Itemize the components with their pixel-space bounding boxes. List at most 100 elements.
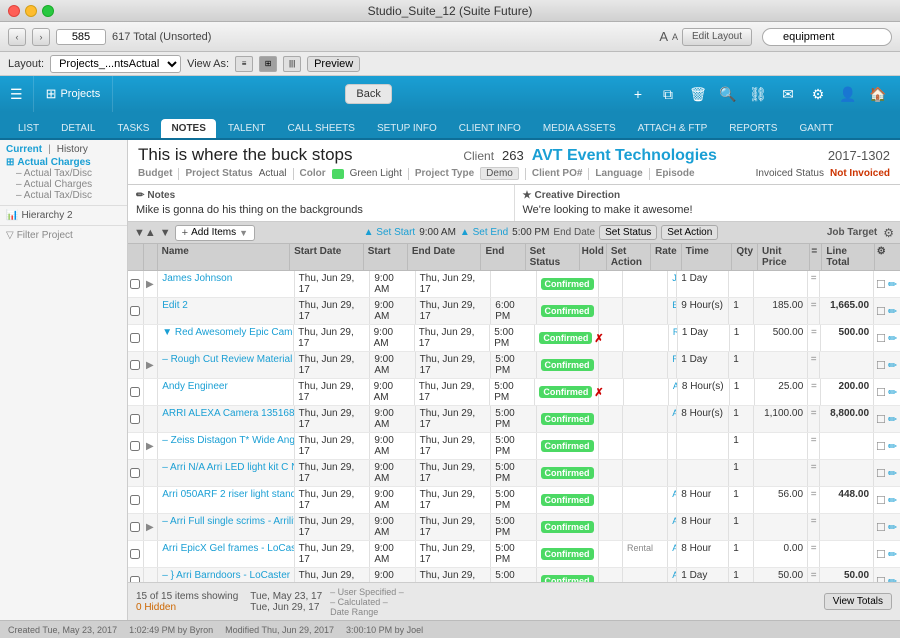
row-check-icon[interactable]: ☐ [876, 467, 886, 480]
table-row[interactable]: ▶ – Rough Cut Review Material Thu, Jun 2… [128, 352, 900, 379]
tab-list[interactable]: LIST [8, 119, 49, 138]
tab-tasks[interactable]: TASKS [107, 119, 159, 138]
nav-settings-btn[interactable]: ⚙ [804, 80, 832, 108]
row-checkbox[interactable] [130, 387, 140, 397]
row-hold[interactable] [599, 352, 623, 378]
row-edit-icon[interactable]: ✏ [888, 386, 897, 399]
th-start[interactable]: Start [364, 244, 408, 270]
row-checkbox[interactable] [130, 495, 140, 505]
add-items-btn[interactable]: + Add Items ▼ [175, 225, 255, 241]
row-status[interactable]: Confirmed [537, 460, 599, 486]
th-time[interactable]: Time [682, 244, 733, 270]
row-status[interactable]: Confirmed [537, 514, 599, 540]
row-status[interactable]: Confirmed [537, 568, 599, 582]
row-checkbox[interactable] [130, 468, 140, 478]
row-name[interactable]: ▼ Red Awesomely Epic Camera #1 100 [158, 325, 294, 351]
row-checkbox[interactable] [130, 549, 140, 559]
row-check-icon[interactable]: ☐ [876, 575, 886, 583]
row-status[interactable]: Confirmed [537, 352, 599, 378]
nav-email-btn[interactable]: ✉ [774, 80, 802, 108]
row-actions[interactable]: ☐ ✏ [874, 298, 900, 324]
gear-icon[interactable]: ⚙ [883, 226, 894, 240]
search-input[interactable] [762, 28, 892, 46]
row-edit-icon[interactable]: ✏ [888, 278, 897, 291]
row-check[interactable] [128, 514, 144, 540]
row-check-icon[interactable]: ☐ [876, 332, 886, 345]
minimize-button[interactable] [25, 5, 37, 17]
row-checkbox[interactable] [130, 360, 140, 370]
row-edit-icon[interactable]: ✏ [888, 494, 897, 507]
table-row[interactable]: ▶ – Zeiss Distagon T* Wide Angle Lens 35… [128, 433, 900, 460]
row-expand[interactable] [144, 460, 158, 486]
row-edit-icon[interactable]: ✏ [888, 332, 897, 345]
row-actions[interactable]: ☐ ✏ [874, 514, 900, 540]
view-totals-btn[interactable]: View Totals [824, 593, 892, 610]
nav-user-btn[interactable]: 👤 [834, 80, 862, 108]
row-expand[interactable] [144, 568, 158, 582]
row-check-icon[interactable]: ☐ [876, 278, 886, 291]
table-row[interactable]: ▶ – Arri Full single scrims - Arrilite 6… [128, 514, 900, 541]
row-name[interactable]: – Arri Full single scrims - Arrilite 600… [158, 514, 294, 540]
row-check[interactable] [128, 325, 144, 351]
row-hold[interactable] [599, 514, 623, 540]
table-row[interactable]: Edit 2 Thu, Jun 29, 17 9:00 AM Thu, Jun … [128, 298, 900, 325]
cd-content[interactable]: We're looking to make it awesome! [523, 204, 893, 216]
nav-hamburger[interactable]: ☰ [0, 76, 34, 112]
history-label[interactable]: History [57, 144, 88, 155]
tab-reports[interactable]: REPORTS [719, 119, 787, 138]
row-check-icon[interactable]: ☐ [876, 359, 886, 372]
row-status[interactable]: Confirmed [537, 298, 599, 324]
set-end-btn[interactable]: ▲ Set End [460, 227, 508, 238]
font-size-small-icon[interactable]: A [672, 32, 678, 42]
set-action-btn[interactable]: Set Action [661, 225, 718, 240]
row-actions[interactable]: ☐ ✏ [874, 433, 900, 459]
row-check[interactable] [128, 271, 144, 297]
row-check-icon[interactable]: ☐ [876, 548, 886, 561]
client-name[interactable]: AVT Event Technologies [532, 147, 717, 165]
row-edit-icon[interactable]: ✏ [888, 467, 897, 480]
row-check-icon[interactable]: ☐ [876, 386, 886, 399]
row-actions[interactable]: ☐ ✏ [874, 568, 900, 582]
row-edit-icon[interactable]: ✏ [888, 548, 897, 561]
table-row[interactable]: ▼ Red Awesomely Epic Camera #1 100 Thu, … [128, 325, 900, 352]
nav-home-btn[interactable]: 🏠 [864, 80, 892, 108]
row-expand[interactable] [144, 406, 158, 432]
row-hold[interactable] [599, 298, 623, 324]
row-status[interactable]: Confirmed ✗ [535, 325, 599, 351]
set-start-btn[interactable]: ▲ Set Start [364, 227, 416, 238]
th-status[interactable]: Set Status [526, 244, 580, 270]
row-name[interactable]: – } Arri Barndoors - LoCaster [158, 568, 294, 582]
tab-notes[interactable]: NOTES [161, 119, 215, 138]
row-actions[interactable]: ☐ ✏ [874, 487, 900, 513]
row-check[interactable] [128, 379, 144, 405]
th-end-date[interactable]: End Date [408, 244, 482, 270]
row-actions[interactable]: ☐ ✏ [874, 379, 900, 405]
th-line-total[interactable]: Line Total [822, 244, 874, 270]
tab-talent[interactable]: TALENT [218, 119, 276, 138]
row-checkbox[interactable] [130, 333, 140, 343]
row-actions[interactable]: ☐ ✏ [874, 406, 900, 432]
back-nav-btn[interactable]: ‹ [8, 28, 26, 46]
row-actions[interactable]: ☐ ✏ [874, 541, 900, 567]
set-status-btn[interactable]: Set Status [599, 225, 657, 240]
tab-media-assets[interactable]: MEDIA ASSETS [533, 119, 626, 138]
th-unit-price[interactable]: Unit Price [758, 244, 810, 270]
table-row[interactable]: Andy Engineer Thu, Jun 29, 17 9:00 AM Th… [128, 379, 900, 406]
row-status[interactable]: Confirmed [537, 406, 599, 432]
row-check[interactable] [128, 541, 144, 567]
row-expand[interactable] [144, 541, 158, 567]
row-check[interactable] [128, 352, 144, 378]
row-status[interactable]: Confirmed [537, 271, 599, 297]
nav-add-btn[interactable]: + [624, 80, 652, 108]
tab-attach-ftp[interactable]: ATTACH & FTP [628, 119, 718, 138]
row-edit-icon[interactable]: ✏ [888, 440, 897, 453]
tab-client-info[interactable]: CLIENT INFO [449, 119, 531, 138]
row-hold[interactable] [599, 271, 623, 297]
row-check[interactable] [128, 460, 144, 486]
th-rate[interactable]: Rate [651, 244, 682, 270]
font-size-icon[interactable]: A [659, 29, 668, 44]
filter-project-item[interactable]: ▽ Filter Project [6, 230, 121, 241]
row-edit-icon[interactable]: ✏ [888, 305, 897, 318]
row-check-icon[interactable]: ☐ [876, 521, 886, 534]
row-hold[interactable] [599, 568, 623, 582]
